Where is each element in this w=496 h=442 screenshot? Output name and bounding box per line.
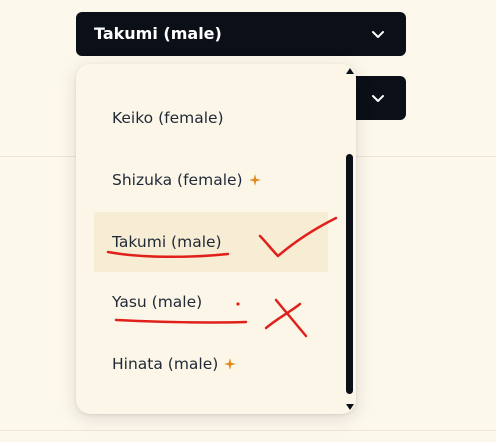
voice-select[interactable]: Takumi (male) — [76, 12, 406, 56]
list-item-selected[interactable]: Takumi (male) — [94, 212, 328, 272]
list-item[interactable]: Keiko (female) — [94, 88, 328, 148]
section-divider — [0, 430, 496, 431]
sparkle-icon — [248, 174, 261, 186]
list-item[interactable]: Yasu (male) — [94, 272, 328, 332]
option-label: Hinata (male) — [112, 355, 219, 373]
voice-select-value: Takumi (male) — [94, 24, 222, 43]
option-label: Takumi (male) — [112, 233, 222, 251]
list-item[interactable]: Hinata (male) — [94, 334, 328, 394]
option-label: Shizuka (female) — [112, 171, 243, 189]
scroll-up-arrow[interactable] — [346, 68, 354, 74]
sparkle-icon — [224, 358, 237, 370]
list-item[interactable]: Shizuka (female) — [94, 150, 328, 210]
option-label: Yasu (male) — [112, 293, 203, 311]
chevron-down-icon — [372, 31, 384, 38]
chevron-down-icon — [372, 95, 384, 102]
voice-dropdown-list[interactable]: Keiko (female) Shizuka (female) Takumi (… — [76, 64, 356, 414]
scroll-down-arrow[interactable] — [346, 404, 354, 410]
option-label: Keiko (female) — [112, 109, 224, 127]
scrollbar-thumb[interactable] — [346, 154, 353, 394]
